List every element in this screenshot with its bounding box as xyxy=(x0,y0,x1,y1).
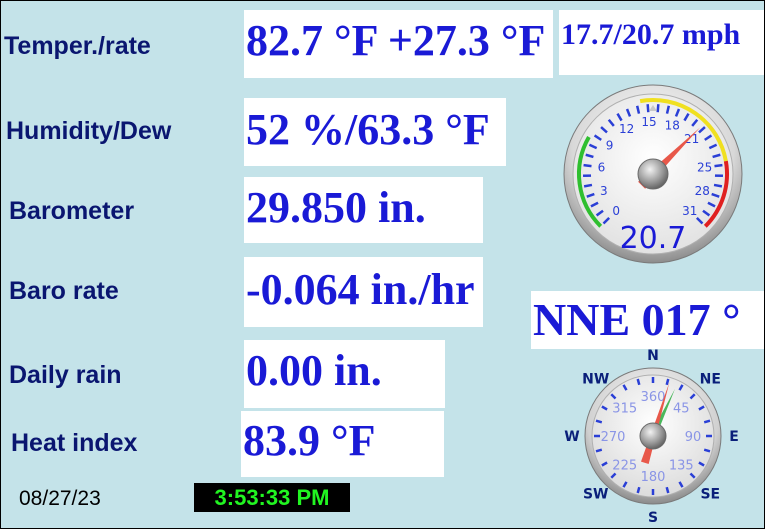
compass-point-label: S xyxy=(648,510,658,525)
label-temperature: Temper./rate xyxy=(4,32,151,60)
compass-point-label: SE xyxy=(700,486,720,502)
compass-tick xyxy=(595,419,603,424)
barometer-value-box: 29.850 in. xyxy=(244,177,483,243)
gauge-tick xyxy=(665,105,671,114)
wind-speed-box: 17.7/20.7 mph xyxy=(559,10,764,75)
wind-speed-gauge: 03 69 12 15 18 21 25 28 31 20.7 xyxy=(563,84,743,264)
wind-direction-value: NNE 017 ° xyxy=(533,294,741,345)
compass-point-label: SW xyxy=(583,486,609,502)
gauge-tick-label: 0 xyxy=(612,204,620,218)
wind-speed-value: 17.7/20.7 mph xyxy=(561,18,741,51)
compass-tick xyxy=(665,378,670,386)
gauge-tick xyxy=(713,183,723,188)
compass-hub xyxy=(639,422,667,450)
gauge-tick-label: 3 xyxy=(600,184,608,198)
gauge-tick-label: 15 xyxy=(641,115,656,129)
compass-tick xyxy=(595,448,603,453)
gauge-tick-label: 18 xyxy=(665,119,680,133)
compass-degree-label: 135 xyxy=(669,458,694,473)
compass-degree-label: 315 xyxy=(612,402,637,417)
daily-rain-value: 0.00 in. xyxy=(246,346,382,395)
gauge-tick-label: 12 xyxy=(619,122,634,136)
gauge-tick-label: 21 xyxy=(684,132,699,146)
compass-degree-label: 180 xyxy=(641,470,666,485)
gauge-tick-label: 9 xyxy=(606,138,614,152)
heat-index-value-box: 83.9 °F xyxy=(241,411,444,477)
baro-rate-value-box: -0.064 in./hr xyxy=(244,257,483,327)
wind-direction-box: NNE 017 ° xyxy=(531,291,764,349)
label-heat-index: Heat index xyxy=(11,429,138,457)
label-daily-rain: Daily rain xyxy=(9,361,122,389)
temperature-value: 82.7 °F +27.3 °F xyxy=(246,16,546,65)
compass-degree-label: 270 xyxy=(601,430,626,445)
compass-point-label: E xyxy=(729,429,739,445)
compass-degree-label: 225 xyxy=(612,458,637,473)
compass-point-label: W xyxy=(564,429,579,445)
weather-panel: Temper./rate Humidity/Dew Barometer Baro… xyxy=(0,0,765,529)
label-barometer: Barometer xyxy=(9,197,135,225)
compass-degree-label: 45 xyxy=(673,402,690,417)
gauge-tick-label: 6 xyxy=(598,160,606,174)
heat-index-value: 83.9 °F xyxy=(243,416,376,465)
humidity-value-box: 52 %/63.3 °F xyxy=(244,98,506,166)
gauge-tick xyxy=(646,104,650,113)
compass-tick xyxy=(703,448,711,453)
gauge-tick xyxy=(714,163,723,168)
compass-point-label: NE xyxy=(700,372,721,388)
compass-degree-label: 360 xyxy=(641,390,666,405)
gauge-tick xyxy=(583,163,592,168)
label-baro-rate: Baro rate xyxy=(9,277,119,305)
gauge-tick xyxy=(635,105,641,114)
current-date: 08/27/23 xyxy=(19,487,101,510)
gauge-hub xyxy=(637,158,669,190)
compass-point-label: N xyxy=(647,349,659,364)
wind-direction-compass: 360 45 90 135180 225 270 315 N NE E SE S SW W NW xyxy=(564,349,739,525)
humidity-value: 52 %/63.3 °F xyxy=(246,105,490,154)
current-time: 3:53:33 PM xyxy=(194,483,350,512)
gauge-tick-label: 31 xyxy=(682,204,697,218)
compass-tick xyxy=(636,378,641,386)
daily-rain-value-box: 0.00 in. xyxy=(244,340,445,408)
barometer-value: 29.850 in. xyxy=(246,183,426,232)
temperature-value-box: 82.7 °F +27.3 °F xyxy=(244,10,553,78)
gauge-gust-readout: 20.7 xyxy=(620,221,687,256)
compass-tick xyxy=(636,486,641,494)
compass-degree-label: 90 xyxy=(685,430,702,445)
gauge-tick xyxy=(656,104,660,113)
compass-tick xyxy=(703,419,711,424)
compass-point-label: NW xyxy=(582,372,609,388)
compass-tick xyxy=(665,486,670,494)
label-humidity: Humidity/Dew xyxy=(6,117,172,145)
gauge-tick-label: 28 xyxy=(695,184,710,198)
gauge-tick-label: 25 xyxy=(697,160,712,174)
baro-rate-value: -0.064 in./hr xyxy=(246,265,475,314)
gauge-tick xyxy=(583,183,593,188)
